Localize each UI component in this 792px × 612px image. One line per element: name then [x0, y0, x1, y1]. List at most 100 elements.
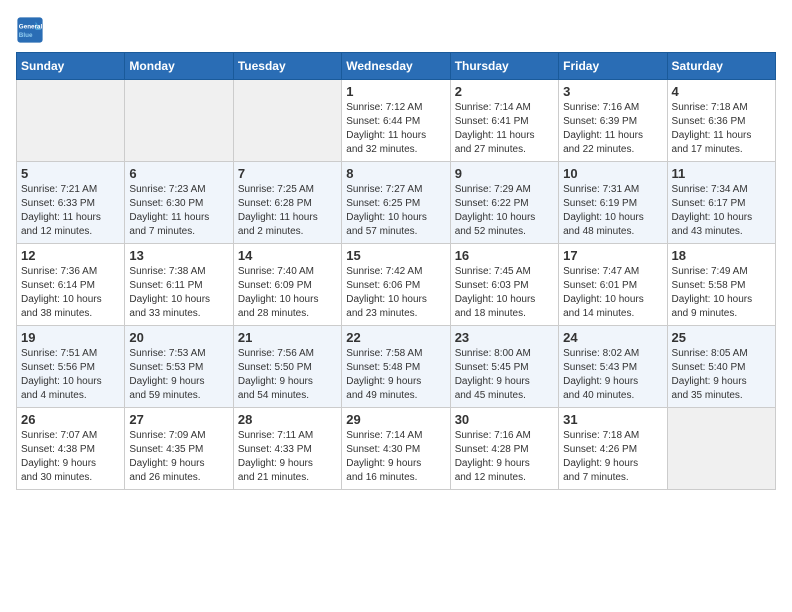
day-cell: 10Sunrise: 7:31 AM Sunset: 6:19 PM Dayli… — [559, 162, 667, 244]
day-info: Sunrise: 7:16 AM Sunset: 6:39 PM Dayligh… — [563, 101, 662, 157]
day-cell: 13 Sunrise: 7:38 AM Sunset: 6:11 PM Dayli… — [125, 244, 233, 326]
day-cell: 21Sunrise: 7:56 AM Sunset: 5:50 PM Dayli… — [233, 326, 341, 408]
day-cell: 14 Sunrise: 7:40 AM Sunset: 6:09 PM Dayli… — [233, 244, 341, 326]
day-cell: 15 Sunrise: 7:42 AM Sunset: 6:06 PM Dayli… — [342, 244, 450, 326]
calendar-table: SundayMondayTuesdayWednesdayThursdayFrid… — [16, 52, 776, 490]
week-row-1: 1 Sunrise: 7:12 AM Sunset: 6:44 PM Daylig… — [17, 80, 776, 162]
day-number: 10 — [563, 166, 662, 181]
logo: General Blue — [16, 16, 44, 44]
day-cell: 27Sunrise: 7:09 AM Sunset: 4:35 PM Dayli… — [125, 408, 233, 490]
day-cell: 5 Sunrise: 7:21 AM Sunset: 6:33 PM Daylig… — [17, 162, 125, 244]
day-cell: 31 Sunrise: 7:18 AM Sunset: 4:26 PM Dayli… — [559, 408, 667, 490]
day-cell: 22 Sunrise: 7:58 AM Sunset: 5:48 PM Dayli… — [342, 326, 450, 408]
day-number: 30 — [455, 412, 554, 427]
day-number: 13 — [129, 248, 228, 263]
day-number: 31 — [563, 412, 662, 427]
day-number: 11 — [672, 166, 771, 181]
day-cell: 23 Sunrise: 8:00 AM Sunset: 5:45 PM Dayli… — [450, 326, 558, 408]
day-info: Sunrise: 7:21 AM Sunset: 6:33 PM Dayligh… — [21, 183, 120, 239]
day-number: 6 — [129, 166, 228, 181]
day-cell: 7 Sunrise: 7:25 AM Sunset: 6:28 PM Daylig… — [233, 162, 341, 244]
day-cell: 29Sunrise: 7:14 AM Sunset: 4:30 PM Dayli… — [342, 408, 450, 490]
day-cell: 4Sunrise: 7:18 AM Sunset: 6:36 PM Daylig… — [667, 80, 775, 162]
page-header: General Blue — [16, 16, 776, 44]
day-cell: 28Sunrise: 7:11 AM Sunset: 4:33 PM Dayli… — [233, 408, 341, 490]
day-cell: 2 Sunrise: 7:14 AM Sunset: 6:41 PM Daylig… — [450, 80, 558, 162]
day-cell: 3 Sunrise: 7:16 AM Sunset: 6:39 PM Daylig… — [559, 80, 667, 162]
day-number: 27 — [129, 412, 228, 427]
day-number: 22 — [346, 330, 445, 345]
day-info: Sunrise: 7:16 AM Sunset: 4:28 PM Dayligh… — [455, 429, 554, 485]
day-number: 29 — [346, 412, 445, 427]
day-info: Sunrise: 7:51 AM Sunset: 5:56 PM Dayligh… — [21, 347, 120, 403]
day-number: 16 — [455, 248, 554, 263]
day-number: 14 — [238, 248, 337, 263]
day-info: Sunrise: 7:38 AM Sunset: 6:11 PM Dayligh… — [129, 265, 228, 321]
day-info: Sunrise: 7:07 AM Sunset: 4:38 PM Dayligh… — [21, 429, 120, 485]
header-cell-sunday: Sunday — [17, 53, 125, 80]
day-info: Sunrise: 7:11 AM Sunset: 4:33 PM Dayligh… — [238, 429, 337, 485]
header-cell-friday: Friday — [559, 53, 667, 80]
day-number: 12 — [21, 248, 120, 263]
day-info: Sunrise: 8:05 AM Sunset: 5:40 PM Dayligh… — [672, 347, 771, 403]
day-info: Sunrise: 7:34 AM Sunset: 6:17 PM Dayligh… — [672, 183, 771, 239]
day-number: 1 — [346, 84, 445, 99]
day-cell — [233, 80, 341, 162]
day-number: 20 — [129, 330, 228, 345]
day-number: 25 — [672, 330, 771, 345]
day-number: 2 — [455, 84, 554, 99]
day-info: Sunrise: 7:29 AM Sunset: 6:22 PM Dayligh… — [455, 183, 554, 239]
week-row-2: 5 Sunrise: 7:21 AM Sunset: 6:33 PM Daylig… — [17, 162, 776, 244]
day-cell: 18Sunrise: 7:49 AM Sunset: 5:58 PM Dayli… — [667, 244, 775, 326]
day-number: 23 — [455, 330, 554, 345]
day-info: Sunrise: 7:58 AM Sunset: 5:48 PM Dayligh… — [346, 347, 445, 403]
day-cell: 17 Sunrise: 7:47 AM Sunset: 6:01 PM Dayli… — [559, 244, 667, 326]
day-info: Sunrise: 7:23 AM Sunset: 6:30 PM Dayligh… — [129, 183, 228, 239]
day-info: Sunrise: 7:27 AM Sunset: 6:25 PM Dayligh… — [346, 183, 445, 239]
day-cell: 24 Sunrise: 8:02 AM Sunset: 5:43 PM Dayli… — [559, 326, 667, 408]
day-info: Sunrise: 7:53 AM Sunset: 5:53 PM Dayligh… — [129, 347, 228, 403]
day-info: Sunrise: 7:25 AM Sunset: 6:28 PM Dayligh… — [238, 183, 337, 239]
day-cell: 9Sunrise: 7:29 AM Sunset: 6:22 PM Daylig… — [450, 162, 558, 244]
day-cell — [125, 80, 233, 162]
day-cell: 26 Sunrise: 7:07 AM Sunset: 4:38 PM Dayli… — [17, 408, 125, 490]
week-row-4: 19 Sunrise: 7:51 AM Sunset: 5:56 PM Dayli… — [17, 326, 776, 408]
day-cell: 16 Sunrise: 7:45 AM Sunset: 6:03 PM Dayli… — [450, 244, 558, 326]
day-number: 19 — [21, 330, 120, 345]
day-info: Sunrise: 7:49 AM Sunset: 5:58 PM Dayligh… — [672, 265, 771, 321]
day-info: Sunrise: 7:18 AM Sunset: 4:26 PM Dayligh… — [563, 429, 662, 485]
day-info: Sunrise: 7:40 AM Sunset: 6:09 PM Dayligh… — [238, 265, 337, 321]
day-info: Sunrise: 7:45 AM Sunset: 6:03 PM Dayligh… — [455, 265, 554, 321]
header-cell-monday: Monday — [125, 53, 233, 80]
day-number: 24 — [563, 330, 662, 345]
day-number: 26 — [21, 412, 120, 427]
logo-icon: General Blue — [16, 16, 44, 44]
day-info: Sunrise: 7:42 AM Sunset: 6:06 PM Dayligh… — [346, 265, 445, 321]
day-info: Sunrise: 7:14 AM Sunset: 6:41 PM Dayligh… — [455, 101, 554, 157]
day-cell: 20 Sunrise: 7:53 AM Sunset: 5:53 PM Dayli… — [125, 326, 233, 408]
day-info: Sunrise: 8:00 AM Sunset: 5:45 PM Dayligh… — [455, 347, 554, 403]
day-info: Sunrise: 8:02 AM Sunset: 5:43 PM Dayligh… — [563, 347, 662, 403]
day-info: Sunrise: 7:12 AM Sunset: 6:44 PM Dayligh… — [346, 101, 445, 157]
header-cell-wednesday: Wednesday — [342, 53, 450, 80]
day-cell: 6 Sunrise: 7:23 AM Sunset: 6:30 PM Daylig… — [125, 162, 233, 244]
week-row-5: 26 Sunrise: 7:07 AM Sunset: 4:38 PM Dayli… — [17, 408, 776, 490]
day-cell — [17, 80, 125, 162]
day-cell: 19 Sunrise: 7:51 AM Sunset: 5:56 PM Dayli… — [17, 326, 125, 408]
calendar-header: SundayMondayTuesdayWednesdayThursdayFrid… — [17, 53, 776, 80]
day-number: 3 — [563, 84, 662, 99]
day-cell — [667, 408, 775, 490]
day-number: 7 — [238, 166, 337, 181]
day-number: 17 — [563, 248, 662, 263]
header-cell-saturday: Saturday — [667, 53, 775, 80]
day-number: 4 — [672, 84, 771, 99]
week-row-3: 12Sunrise: 7:36 AM Sunset: 6:14 PM Dayli… — [17, 244, 776, 326]
day-info: Sunrise: 7:56 AM Sunset: 5:50 PM Dayligh… — [238, 347, 337, 403]
day-cell: 8Sunrise: 7:27 AM Sunset: 6:25 PM Daylig… — [342, 162, 450, 244]
day-cell: 30 Sunrise: 7:16 AM Sunset: 4:28 PM Dayli… — [450, 408, 558, 490]
day-info: Sunrise: 7:47 AM Sunset: 6:01 PM Dayligh… — [563, 265, 662, 321]
day-number: 15 — [346, 248, 445, 263]
day-cell: 25 Sunrise: 8:05 AM Sunset: 5:40 PM Dayli… — [667, 326, 775, 408]
header-cell-thursday: Thursday — [450, 53, 558, 80]
day-number: 5 — [21, 166, 120, 181]
